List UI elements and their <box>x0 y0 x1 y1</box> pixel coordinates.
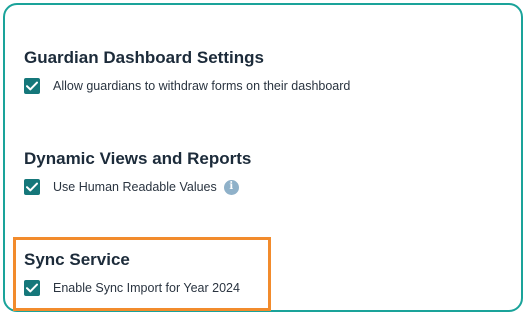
section-title-dynamic-views: Dynamic Views and Reports <box>24 149 252 168</box>
section-title-guardian-dashboard: Guardian Dashboard Settings <box>24 48 264 67</box>
info-icon[interactable]: i <box>223 179 239 195</box>
guardian-dashboard-settings-section: Guardian Dashboard Settings Allow guardi… <box>24 48 350 94</box>
dynamic-views-reports-section: Dynamic Views and Reports Use Human Read… <box>24 149 251 195</box>
human-readable-values-label: Use Human Readable Values <box>53 180 217 194</box>
option-allow-withdraw-forms: Allow guardians to withdraw forms on the… <box>24 78 350 94</box>
allow-withdraw-forms-checkbox[interactable] <box>24 78 40 94</box>
checkmark-icon <box>26 81 38 91</box>
human-readable-values-checkbox[interactable] <box>24 179 40 195</box>
option-human-readable-values: Use Human Readable Values i <box>24 179 251 195</box>
checkmark-icon <box>26 182 38 192</box>
allow-withdraw-forms-label: Allow guardians to withdraw forms on the… <box>53 79 351 93</box>
sync-service-highlight-box <box>13 237 271 311</box>
